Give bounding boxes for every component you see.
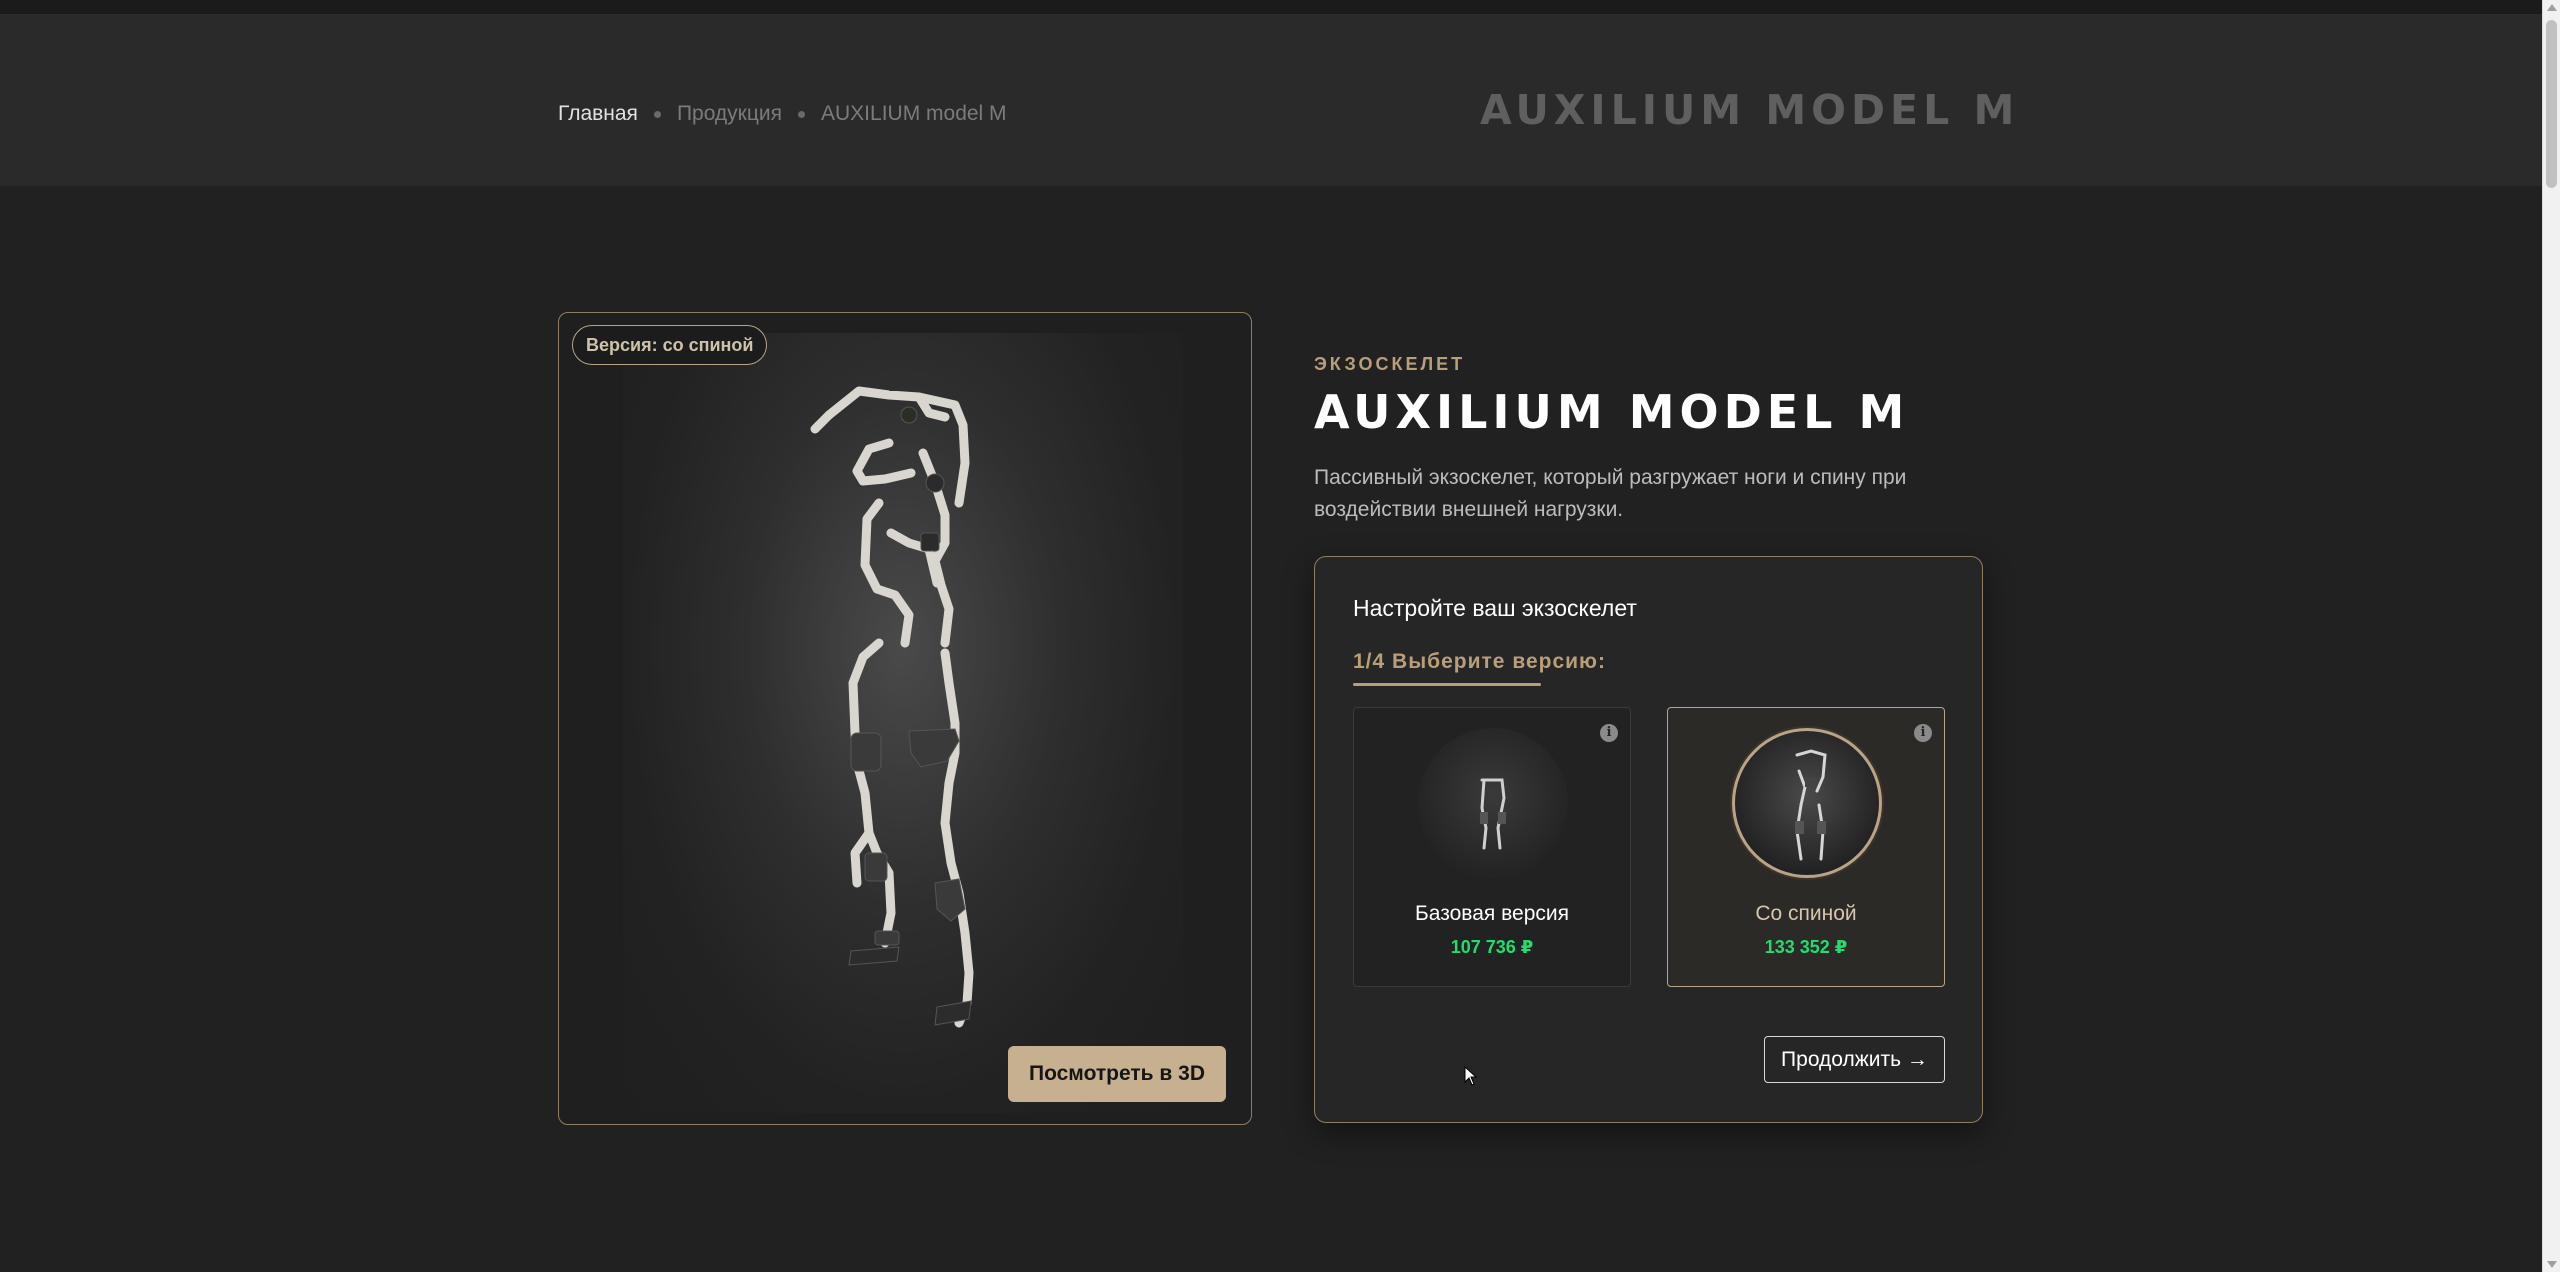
page-scrollbar[interactable]	[2542, 0, 2560, 1272]
view-3d-button[interactable]: Посмотреть в 3D	[1008, 1046, 1226, 1102]
breadcrumb-separator	[653, 110, 661, 118]
product-image-card: Версия: со спиной Посмотреть в 3D	[558, 312, 1252, 1125]
option-price: 107 736 ₽	[1450, 937, 1534, 957]
info-icon[interactable]: i	[1600, 724, 1618, 742]
page-header: Главная Продукция AUXILIUM model M AUXIL…	[0, 16, 2542, 186]
breadcrumb-separator	[798, 110, 805, 118]
option-price: 133 352 ₽	[1764, 937, 1848, 957]
option-label: Базовая версия	[1415, 902, 1569, 925]
configurator-card: Настройте ваш экзоскелет 1/4 Выберите ве…	[1314, 556, 1983, 1123]
mouse-cursor-icon	[1464, 1066, 1478, 1086]
exoskeleton-basic-icon	[1480, 778, 1506, 850]
scroll-down-arrow-icon[interactable]	[2547, 1261, 2557, 1268]
configurator-step-label: 1/4 Выберите версию:	[1353, 650, 1606, 673]
product-title: AUXILIUM MODEL M	[1314, 385, 1910, 439]
continue-button[interactable]: Продолжить →	[1764, 1036, 1945, 1083]
option-thumbnail	[1418, 728, 1568, 878]
version-badge: Версия: со спиной	[572, 325, 768, 365]
breadcrumb-products-link[interactable]: Продукция	[677, 102, 782, 126]
option-label: Со спиной	[1755, 902, 1857, 925]
header-brand-title: AUXILIUM MODEL M	[1480, 86, 2020, 134]
product-category: ЭКЗОСКЕЛЕТ	[1314, 354, 1466, 374]
breadcrumb-current: AUXILIUM model M	[821, 102, 1007, 125]
browser-top-strip	[0, 0, 2542, 16]
option-thumbnail	[1732, 728, 1882, 878]
configurator-title: Настройте ваш экзоскелет	[1353, 595, 1637, 621]
scroll-up-arrow-icon[interactable]	[2547, 4, 2557, 11]
option-card-basic[interactable]: i Базовая версия 107 736 ₽	[1353, 707, 1631, 987]
breadcrumb-home-link[interactable]: Главная	[558, 102, 638, 126]
option-card-with-back[interactable]: i Со спиной 133 352 ₽	[1667, 707, 1945, 987]
exoskeleton-image	[810, 386, 974, 1028]
info-icon[interactable]: i	[1914, 724, 1932, 742]
scrollbar-thumb[interactable]	[2546, 20, 2557, 188]
exoskeleton-with-back-icon	[1795, 749, 1827, 861]
breadcrumb: Главная Продукция AUXILIUM model M	[558, 102, 1007, 126]
step-progress-underline	[1353, 683, 1541, 686]
product-description: Пассивный экзоскелет, который разгружает…	[1314, 466, 1907, 521]
